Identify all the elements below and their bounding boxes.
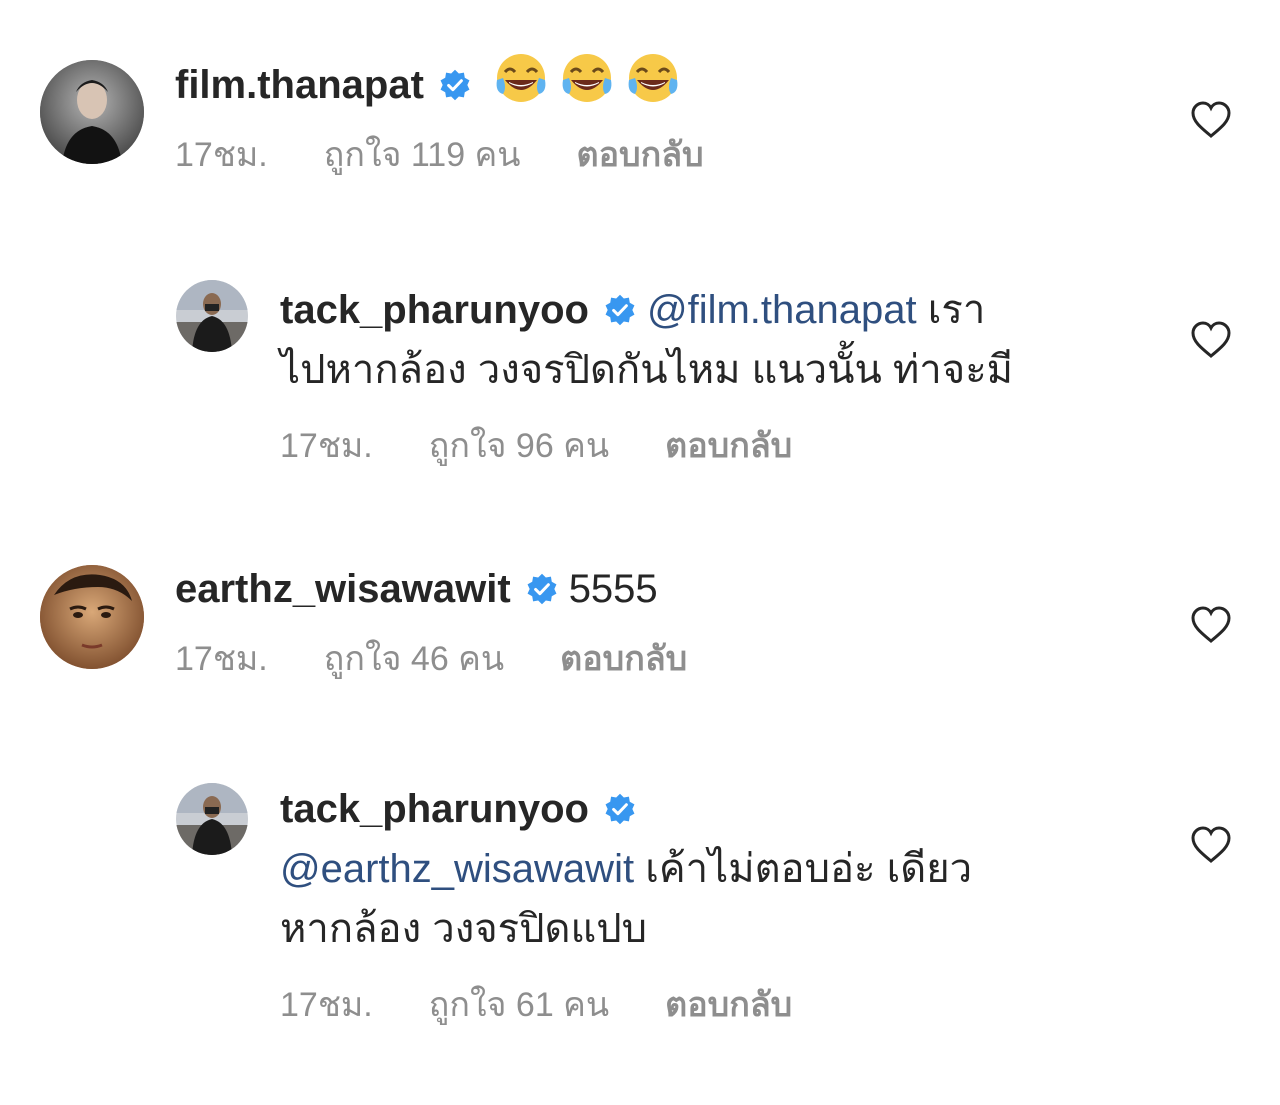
comment-text: เค้าไม่ตอบอ่ะ เดียว: [645, 847, 973, 891]
comment-body: tack_pharunyoo @earthz_wisawawit เค้าไม่…: [280, 779, 1120, 1031]
verified-badge-icon: [605, 294, 635, 326]
heart-icon[interactable]: [1190, 605, 1232, 645]
timestamp: 17ชม.: [175, 136, 268, 174]
comment-text: ไปหากล้อง วงจรปิดกันไหม แนวนั้น ท่าจะมี: [280, 348, 1014, 392]
reply-button[interactable]: ตอบกลับ: [577, 127, 704, 181]
heart-icon[interactable]: [1190, 100, 1232, 140]
verified-badge-icon: [440, 69, 470, 101]
avatar[interactable]: [176, 783, 248, 855]
likes-count[interactable]: ถูกใจ 61 คน: [429, 977, 609, 1031]
comment-body: earthz_wisawawit 5555 17ชม. ถูกใจ 46 คน ตอบ…: [175, 559, 1120, 685]
username[interactable]: tack_pharunyoo: [280, 288, 589, 332]
comment-text: 5555: [568, 567, 658, 611]
likes-count[interactable]: ถูกใจ 46 คน: [324, 631, 504, 685]
verified-badge-icon: [605, 793, 635, 825]
heart-icon[interactable]: [1190, 825, 1232, 865]
likes-count[interactable]: ถูกใจ 96 คน: [429, 418, 609, 472]
comment-meta: 17ชม. ถูกใจ 46 คน ตอบกลับ: [175, 631, 1120, 685]
comment-body: film.thanapat 17ชม. ถูกใจ 119 คน ตอบกลับ: [175, 52, 1120, 181]
avatar[interactable]: [40, 60, 144, 164]
comment-meta: 17ชม. ถูกใจ 119 คน ตอบกลับ: [175, 127, 1120, 181]
comment-thread: film.thanapat 17ชม. ถูกใจ 119 คน ตอบกลับ t…: [0, 0, 1280, 1105]
reply-button[interactable]: ตอบกลับ: [665, 977, 792, 1031]
comment-meta: 17ชม. ถูกใจ 61 คน ตอบกลับ: [280, 977, 1120, 1031]
comment-text: หากล้อง วงจรปิดแปบ: [280, 907, 648, 951]
timestamp: 17ชม.: [175, 640, 268, 678]
avatar[interactable]: [176, 280, 248, 352]
username[interactable]: film.thanapat: [175, 63, 424, 107]
comment-meta: 17ชม. ถูกใจ 96 คน ตอบกลับ: [280, 418, 1120, 472]
mention-link[interactable]: @film.thanapat: [647, 288, 917, 332]
username[interactable]: tack_pharunyoo: [280, 787, 589, 831]
avatar[interactable]: [40, 565, 144, 669]
heart-icon[interactable]: [1190, 320, 1232, 360]
timestamp: 17ชม.: [280, 427, 373, 465]
reply-button[interactable]: ตอบกลับ: [560, 631, 687, 685]
face-with-tears-of-joy-icon: [496, 54, 546, 102]
face-with-tears-of-joy-icon: [562, 54, 612, 102]
username[interactable]: earthz_wisawawit: [175, 567, 511, 611]
verified-badge-icon: [527, 573, 557, 605]
reply-button[interactable]: ตอบกลับ: [665, 418, 792, 472]
face-with-tears-of-joy-icon: [628, 54, 678, 102]
comment-text: เรา: [927, 288, 986, 332]
likes-count[interactable]: ถูกใจ 119 คน: [324, 127, 521, 181]
comment-body: tack_pharunyoo @film.thanapat เรา ไปหากล้…: [280, 280, 1120, 472]
timestamp: 17ชม.: [280, 986, 373, 1024]
mention-link[interactable]: @earthz_wisawawit: [280, 847, 634, 891]
